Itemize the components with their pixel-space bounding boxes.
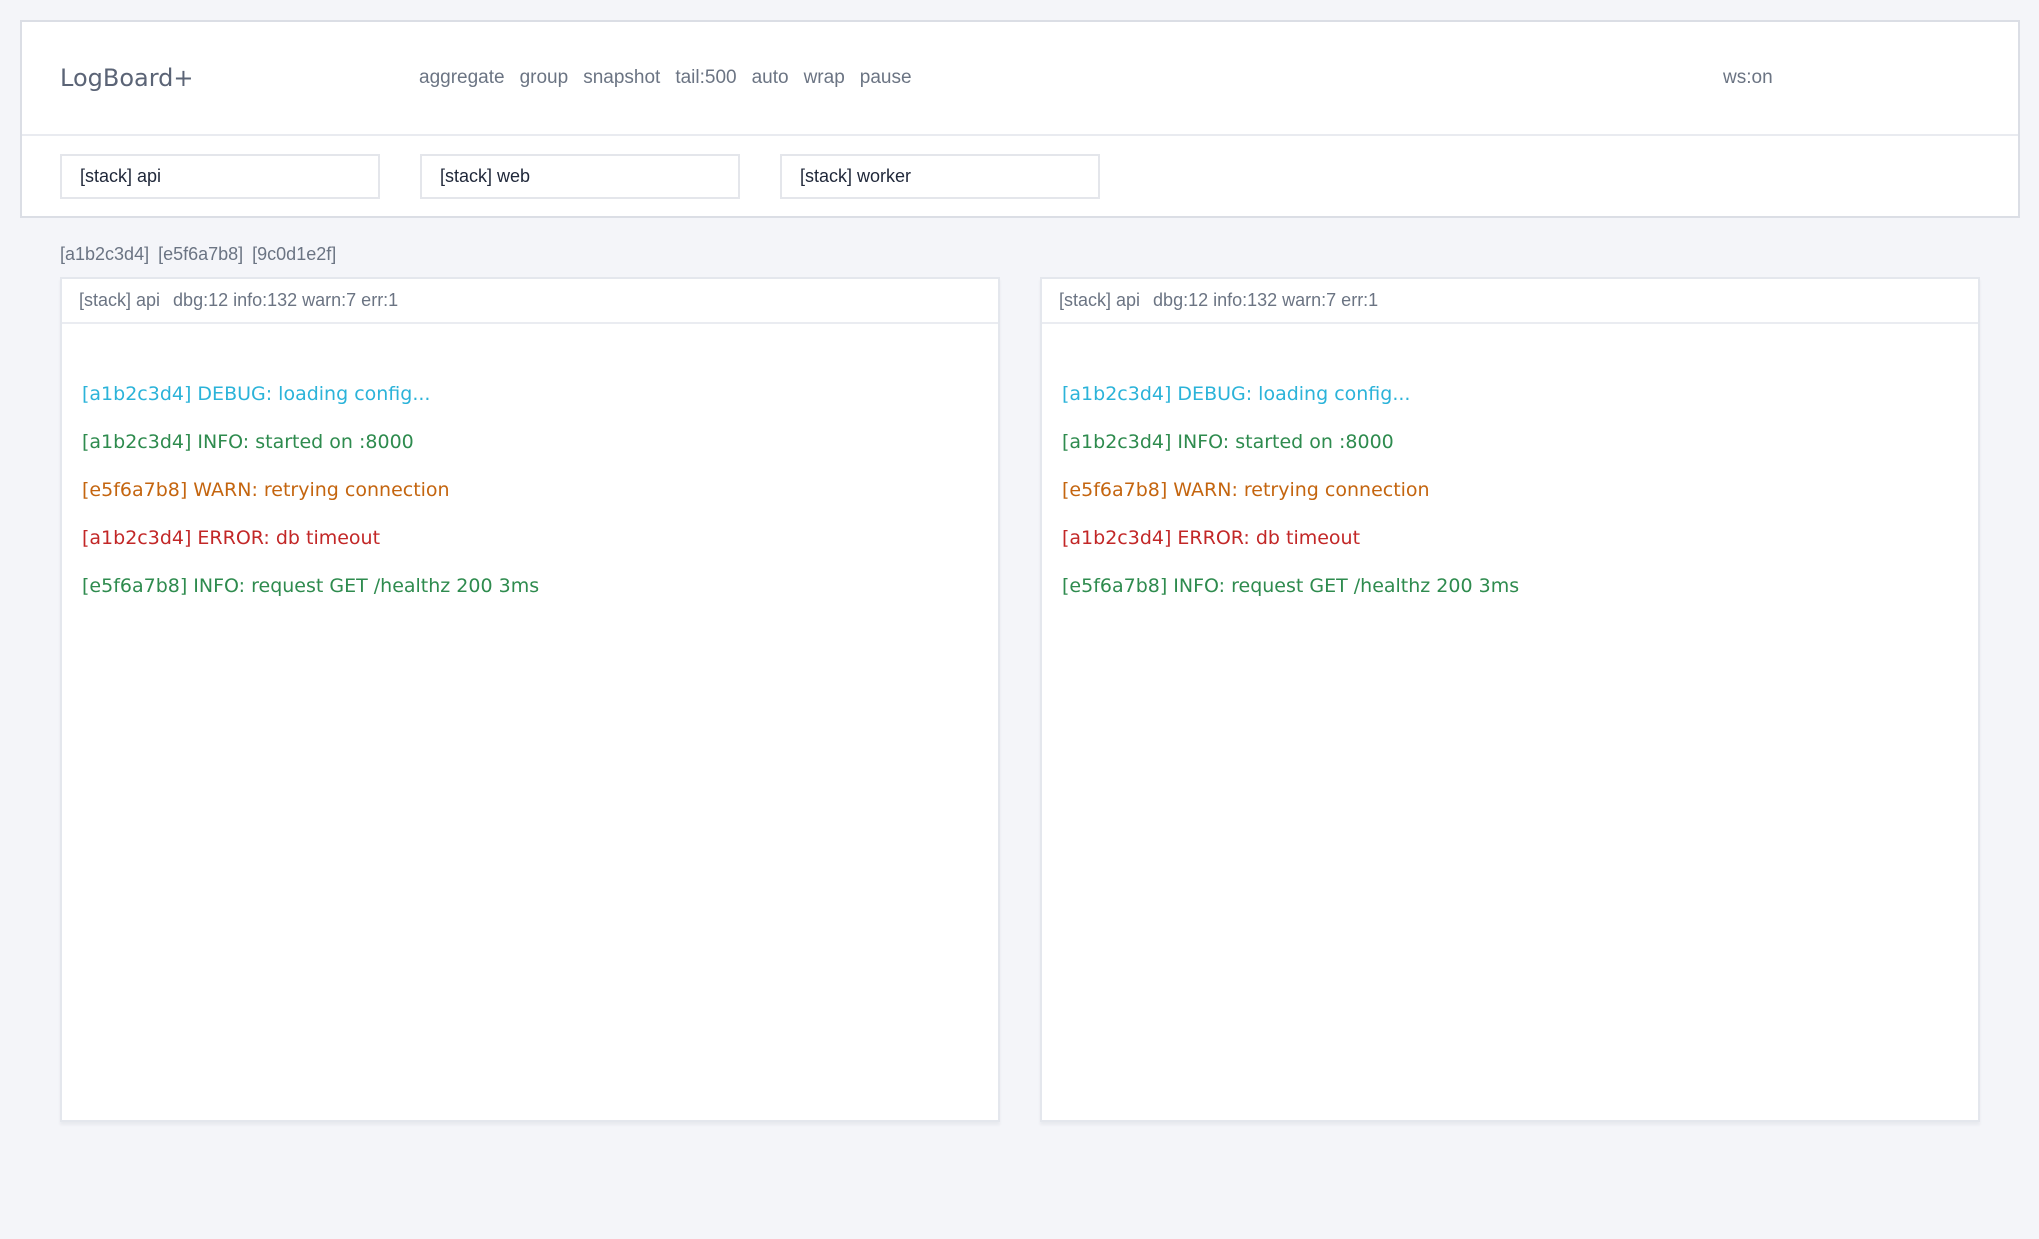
stack-filter-web[interactable]: [stack] web [420, 154, 740, 199]
stack-filter-row: [stack] api [stack] web [stack] worker [22, 136, 2018, 216]
log-panels: [stack] api dbg:12 info:132 warn:7 err:1… [60, 277, 1980, 1122]
panel-stack-name: [stack] api [1059, 290, 1140, 311]
log-line: [a1b2c3d4] ERROR: db timeout [1042, 514, 1978, 562]
menu-item-tail[interactable]: tail:500 [675, 67, 736, 89]
stack-filter-worker[interactable]: [stack] worker [780, 154, 1100, 199]
log-line: [a1b2c3d4] DEBUG: loading config... [1042, 370, 1978, 418]
log-panel-right: [stack] api dbg:12 info:132 warn:7 err:1… [1040, 277, 1980, 1122]
stack-filter-api[interactable]: [stack] api [60, 154, 380, 199]
toolbar-menu: aggregate group snapshot tail:500 auto w… [419, 67, 912, 89]
panel-level-counts: dbg:12 info:132 warn:7 err:1 [173, 290, 398, 311]
toolbar: LogBoard+ aggregate group snapshot tail:… [20, 20, 2020, 218]
panel-stack-name: [stack] api [79, 290, 160, 311]
log-scroll-area[interactable]: [a1b2c3d4] DEBUG: loading config... [a1b… [62, 324, 998, 610]
log-line: [a1b2c3d4] INFO: started on :8000 [1042, 418, 1978, 466]
trace-chip-row: [a1b2c3d4] [e5f6a7b8] [9c0d1e2f] [60, 244, 336, 265]
menu-item-wrap[interactable]: wrap [804, 67, 845, 89]
menu-item-group[interactable]: group [520, 67, 569, 89]
menu-item-auto[interactable]: auto [752, 67, 789, 89]
log-line: [a1b2c3d4] ERROR: db timeout [62, 514, 998, 562]
panel-level-counts: dbg:12 info:132 warn:7 err:1 [1153, 290, 1378, 311]
menu-item-snapshot[interactable]: snapshot [583, 67, 660, 89]
trace-chip-a1b2c3d4[interactable]: [a1b2c3d4] [60, 244, 149, 265]
log-panel-header: [stack] api dbg:12 info:132 warn:7 err:1 [1042, 279, 1978, 324]
log-line: [e5f6a7b8] INFO: request GET /healthz 20… [1042, 562, 1978, 610]
menu-item-pause[interactable]: pause [860, 67, 912, 89]
ws-status-badge: ws:on [1723, 67, 1980, 89]
log-panel-left: [stack] api dbg:12 info:132 warn:7 err:1… [60, 277, 1000, 1122]
trace-chip-9c0d1e2f[interactable]: [9c0d1e2f] [252, 244, 336, 265]
log-panel-header: [stack] api dbg:12 info:132 warn:7 err:1 [62, 279, 998, 324]
log-line: [a1b2c3d4] INFO: started on :8000 [62, 418, 998, 466]
log-line: [e5f6a7b8] INFO: request GET /healthz 20… [62, 562, 998, 610]
log-line: [e5f6a7b8] WARN: retrying connection [62, 466, 998, 514]
trace-chip-e5f6a7b8[interactable]: [e5f6a7b8] [158, 244, 243, 265]
toolbar-top-row: LogBoard+ aggregate group snapshot tail:… [22, 22, 2018, 136]
log-line: [a1b2c3d4] DEBUG: loading config... [62, 370, 998, 418]
menu-item-aggregate[interactable]: aggregate [419, 67, 505, 89]
app-title: LogBoard+ [60, 64, 419, 92]
log-scroll-area[interactable]: [a1b2c3d4] DEBUG: loading config... [a1b… [1042, 324, 1978, 610]
log-line: [e5f6a7b8] WARN: retrying connection [1042, 466, 1978, 514]
